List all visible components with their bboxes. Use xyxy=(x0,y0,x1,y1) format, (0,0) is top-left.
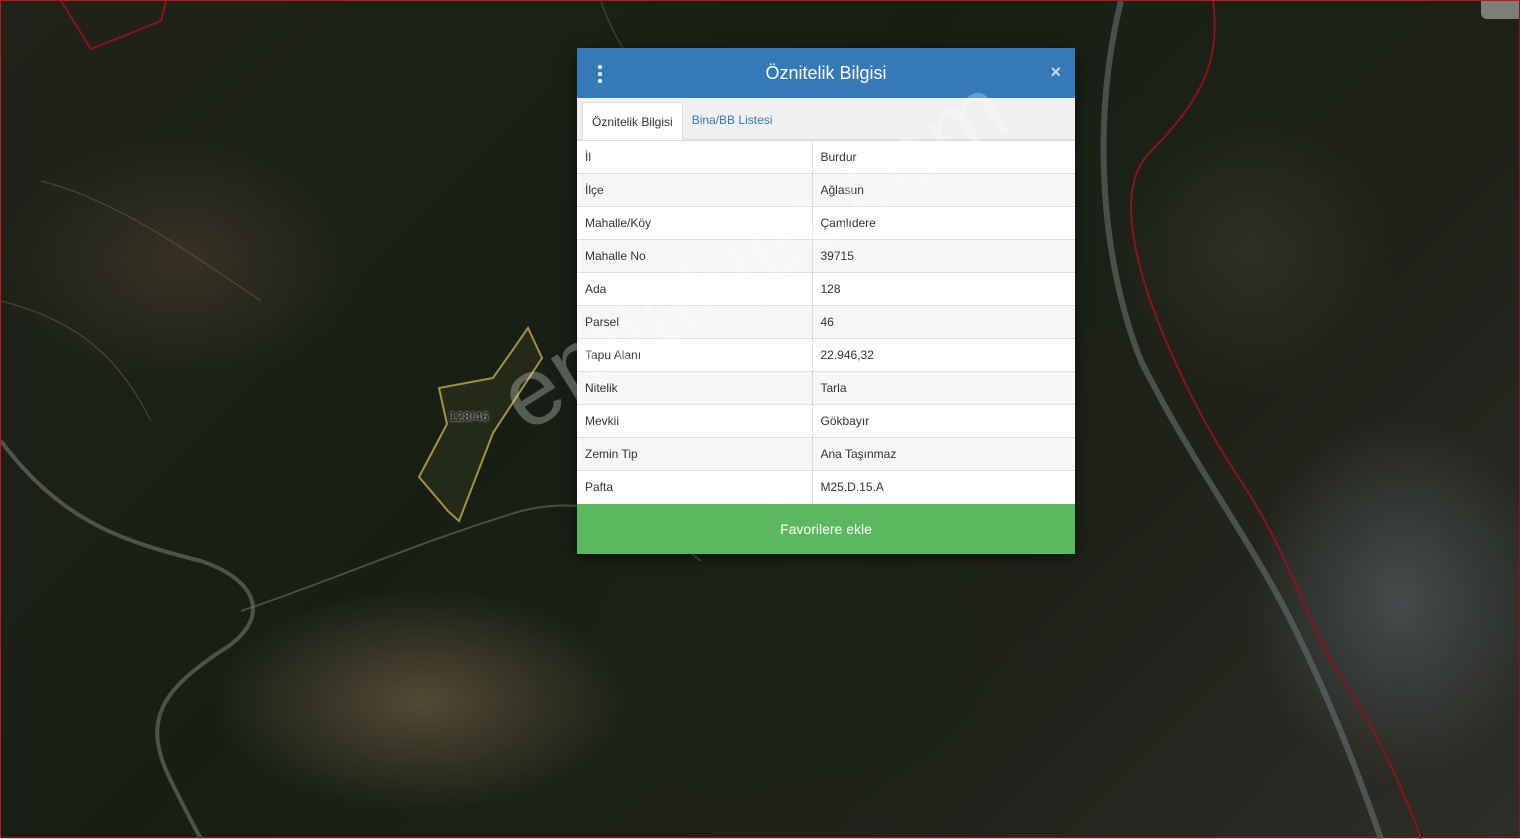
row-value: 22.946,32 xyxy=(812,338,1075,372)
dialog-tabs: Öznitelik Bilgisi Bina/BB Listesi xyxy=(577,98,1075,140)
row-key: İlçe xyxy=(577,173,813,207)
row-key: İl xyxy=(577,140,813,174)
dialog-title: Öznitelik Bilgisi xyxy=(765,62,887,83)
row-key: Tapu Alanı xyxy=(577,338,813,372)
row-key: Mevkii xyxy=(577,404,813,438)
table-row: Mahalle/Köy Çamlıdere xyxy=(577,206,1075,240)
row-key: Nitelik xyxy=(577,371,813,405)
close-icon[interactable]: × xyxy=(1050,62,1061,83)
dialog-header: Öznitelik Bilgisi × xyxy=(577,48,1075,98)
table-row: Ada 128 xyxy=(577,272,1075,306)
table-row: Mevkii Gökbayır xyxy=(577,404,1075,438)
map-corner-button[interactable] xyxy=(1481,1,1519,19)
row-value: 39715 xyxy=(812,239,1075,273)
row-key: Mahalle/Köy xyxy=(577,206,813,240)
table-row: Zemin Tip Ana Taşınmaz xyxy=(577,437,1075,471)
table-row: Mahalle No 39715 xyxy=(577,239,1075,273)
parcel-label: 128/46 xyxy=(449,409,489,424)
row-value: 128 xyxy=(812,272,1075,306)
row-key: Parsel xyxy=(577,305,813,339)
row-value: Ağlasun xyxy=(812,173,1075,207)
row-key: Pafta xyxy=(577,470,813,504)
table-row: İl Burdur xyxy=(577,140,1075,174)
row-value: Gökbayır xyxy=(812,404,1075,438)
table-row: Parsel 46 xyxy=(577,305,1075,339)
row-key: Mahalle No xyxy=(577,239,813,273)
table-row: Nitelik Tarla xyxy=(577,371,1075,405)
kebab-menu-icon[interactable] xyxy=(597,65,603,83)
row-key: Zemin Tip xyxy=(577,437,813,471)
row-value: Çamlıdere xyxy=(812,206,1075,240)
row-value: Burdur xyxy=(812,140,1075,174)
row-value: M25.D.15.A xyxy=(812,470,1075,504)
row-key: Ada xyxy=(577,272,813,306)
add-to-favorites-button[interactable]: Favorilere ekle xyxy=(577,503,1075,554)
attribute-table: İl Burdur İlçe Ağlasun Mahalle/Köy Çamlıder… xyxy=(577,140,1075,504)
row-value: Ana Taşınmaz xyxy=(812,437,1075,471)
row-value: 46 xyxy=(812,305,1075,339)
attribute-dialog: Öznitelik Bilgisi × Öznitelik Bilgisi Bi… xyxy=(577,48,1075,554)
table-row: Tapu Alanı 22.946,32 xyxy=(577,338,1075,372)
table-row: İlçe Ağlasun xyxy=(577,173,1075,207)
tab-attribute-info[interactable]: Öznitelik Bilgisi xyxy=(582,102,683,140)
tab-building-list[interactable]: Bina/BB Listesi xyxy=(683,101,782,139)
table-row: Pafta M25.D.15.A xyxy=(577,470,1075,504)
row-value: Tarla xyxy=(812,371,1075,405)
